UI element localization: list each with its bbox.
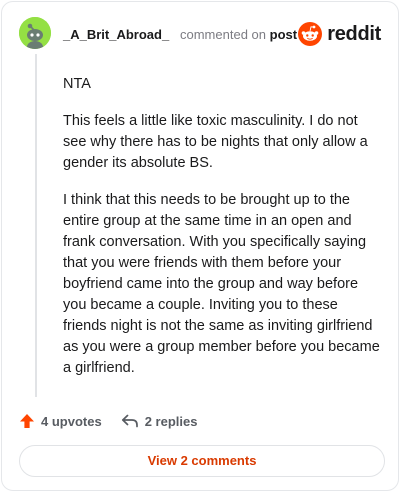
thread-line[interactable] — [35, 54, 37, 397]
avatar[interactable] — [19, 17, 51, 49]
snoo-avatar-icon — [19, 17, 51, 49]
comment-meta: commented on post — [180, 27, 297, 42]
comment-username[interactable]: _A_Brit_Abroad_ — [63, 27, 169, 42]
post-link[interactable]: post — [270, 27, 297, 42]
replies-button[interactable]: 2 replies — [121, 413, 198, 429]
upvote-arrow-icon — [19, 413, 35, 429]
logo-text: reddit — [327, 22, 381, 45]
comment-paragraph: NTA — [63, 76, 91, 92]
comment-paragraph: This feels a little like toxic masculini… — [63, 113, 368, 171]
view-comments-button[interactable]: View 2 comments — [19, 445, 385, 477]
upvote-count: 4 upvotes — [41, 413, 102, 429]
comment-paragraph: I think that this needs to be brought up… — [63, 192, 380, 376]
comment-card: _A_Brit_Abroad_ commented on post reddit… — [1, 1, 399, 491]
action-text: commented on — [180, 27, 266, 42]
comment-header: _A_Brit_Abroad_ commented on post reddit — [19, 17, 381, 51]
upvote-button[interactable]: 4 upvotes — [19, 413, 102, 429]
comment-body: NTA This feels a little like toxic mascu… — [63, 74, 381, 395]
reply-arrow-icon — [121, 413, 139, 429]
replies-count: 2 replies — [144, 413, 198, 429]
comment-actions: 4 upvotes 2 replies — [19, 410, 197, 432]
reddit-logo[interactable]: reddit — [298, 21, 381, 47]
reddit-snoo-icon — [298, 22, 323, 46]
